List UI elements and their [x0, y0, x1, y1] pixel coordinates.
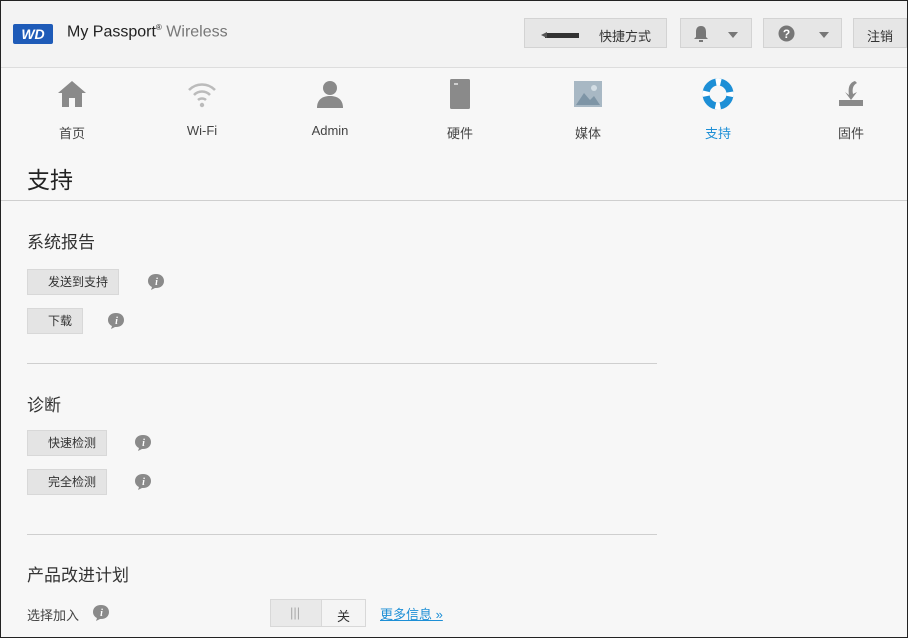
send-to-support-button[interactable]: 发送到支持 [27, 269, 120, 295]
title-divider [1, 200, 907, 201]
nav-label: 媒体 [574, 126, 601, 141]
nav-wifi[interactable]: Wi-Fi [152, 68, 252, 146]
question-icon: ? [778, 25, 795, 42]
nav-home[interactable]: 首页 [22, 68, 122, 146]
drive-shortcut-icon [541, 32, 579, 38]
section-divider [27, 363, 657, 364]
more-info-link[interactable]: 更多信息 » [380, 604, 443, 623]
opt-in-label: 选择加入 [27, 608, 80, 623]
svg-text:i: i [142, 477, 145, 488]
nav-firmware[interactable]: 固件 [801, 68, 901, 146]
chevron-down-icon [728, 32, 738, 38]
toggle-grip[interactable]: ||| [271, 600, 322, 626]
help-button[interactable]: ? [763, 18, 842, 48]
nav-label: Admin [311, 123, 349, 138]
support-icon [702, 78, 734, 110]
svg-text:i: i [155, 277, 158, 288]
wd-logo: WD [13, 24, 53, 44]
info-icon[interactable]: i [134, 434, 152, 452]
info-icon[interactable]: i [107, 312, 125, 330]
nav-support[interactable]: 支持 [668, 68, 768, 146]
hardware-icon [450, 79, 470, 109]
section-divider [27, 534, 657, 535]
info-icon[interactable]: i [147, 273, 165, 291]
shortcut-button[interactable]: 快捷方式 [524, 18, 667, 48]
toggle-grip-lines: ||| [290, 605, 301, 620]
info-icon[interactable]: i [134, 473, 152, 491]
diagnostics-heading: 诊断 [27, 396, 61, 415]
notifications-button[interactable] [680, 18, 752, 48]
home-icon [58, 81, 86, 107]
nav-label: 支持 [704, 126, 731, 141]
main-nav: 首页 Wi-Fi Admin 硬件 媒体 支持 固件 [1, 68, 907, 146]
nav-label: 首页 [58, 126, 85, 141]
svg-text:?: ? [783, 27, 790, 41]
logout-button[interactable]: 注销 [853, 18, 907, 48]
logout-label: 注销 [867, 29, 894, 44]
product-name: My Passport [67, 23, 156, 41]
improvement-heading: 产品改进计划 [27, 566, 129, 585]
wifi-icon [188, 83, 216, 108]
opt-in-toggle[interactable]: ||| 关 [270, 599, 366, 627]
top-header: WD My Passport® Wireless 快捷方式 ? 注销 [1, 1, 907, 68]
svg-text:i: i [100, 608, 103, 619]
media-icon [574, 81, 602, 107]
shortcut-label: 快捷方式 [599, 29, 652, 44]
svg-text:i: i [142, 438, 145, 449]
user-icon [317, 81, 343, 108]
nav-media[interactable]: 媒体 [538, 68, 638, 146]
product-suffix: Wireless [166, 23, 228, 41]
full-test-button[interactable]: 完全检测 [27, 469, 108, 495]
firmware-icon [839, 81, 863, 106]
page-title: 支持 [27, 167, 73, 193]
nav-hardware[interactable]: 硬件 [410, 68, 510, 146]
nav-label: 固件 [837, 126, 864, 141]
svg-text:i: i [115, 316, 118, 327]
toggle-state-label: 关 [337, 609, 351, 624]
system-report-heading: 系统报告 [27, 233, 95, 252]
info-icon[interactable]: i [92, 604, 110, 622]
nav-admin[interactable]: Admin [280, 68, 380, 146]
nav-label: 硬件 [446, 126, 473, 141]
bell-icon [694, 26, 708, 42]
download-button[interactable]: 下载 [27, 308, 84, 334]
chevron-down-icon [819, 32, 829, 38]
quick-test-button[interactable]: 快速检测 [27, 430, 108, 456]
app-window: WD My Passport® Wireless 快捷方式 ? 注销 首页 Wi… [0, 0, 908, 638]
product-title: My Passport® Wireless [67, 23, 228, 41]
nav-label: Wi-Fi [186, 123, 218, 138]
